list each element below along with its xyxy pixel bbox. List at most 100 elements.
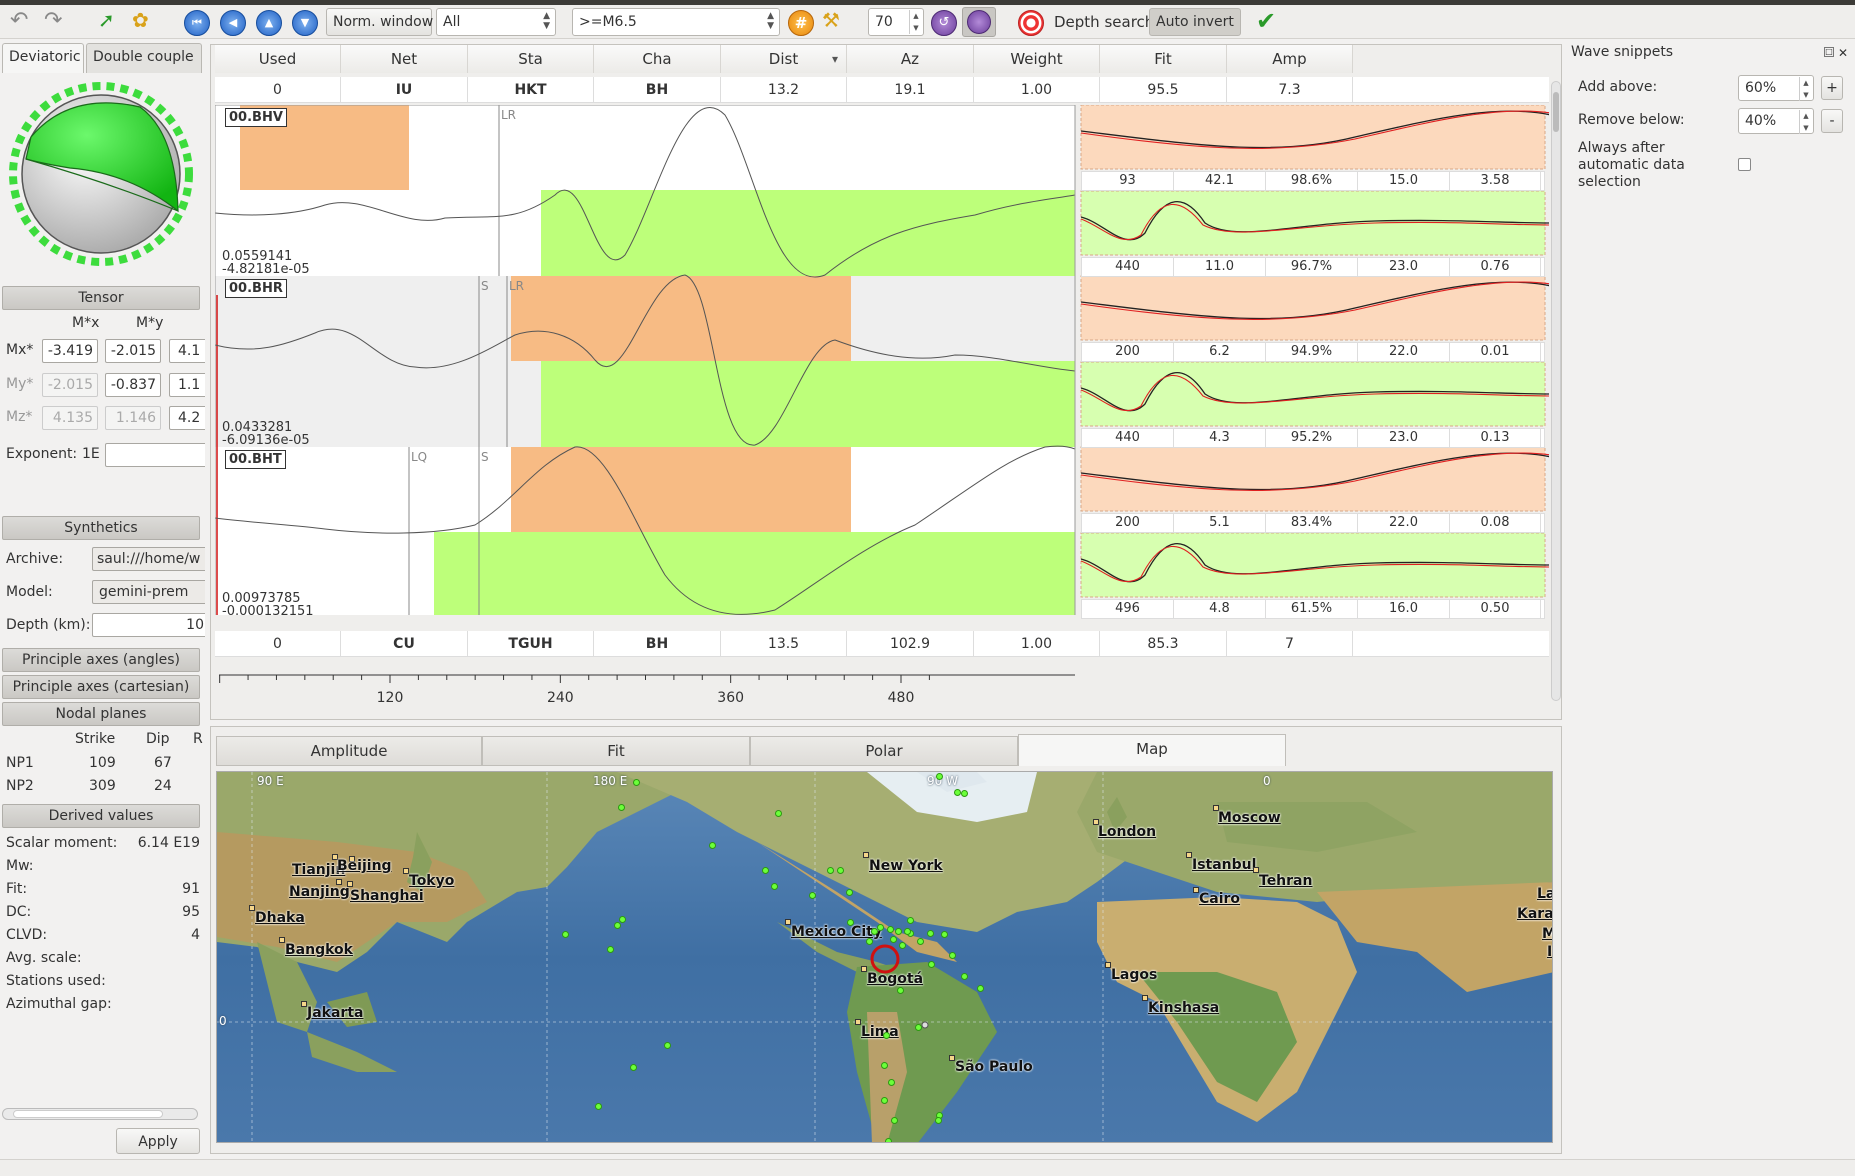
principle-axes-cartesian-header[interactable]: Principle axes (cartesian) (2, 675, 200, 699)
station-marker[interactable] (895, 928, 902, 935)
station-marker[interactable] (847, 919, 854, 926)
station-marker[interactable] (846, 889, 853, 896)
station-marker[interactable] (619, 916, 626, 923)
tensor-header[interactable]: Tensor (2, 286, 200, 310)
station-marker[interactable] (977, 985, 984, 992)
mzz-input[interactable]: 4.2 (169, 406, 205, 430)
skip-last-icon[interactable]: ▼ (292, 10, 318, 36)
hash-icon[interactable]: # (788, 10, 814, 36)
depth-search-label[interactable]: Depth search (1054, 8, 1154, 36)
station-marker[interactable] (607, 946, 614, 953)
station-marker[interactable] (614, 922, 621, 929)
station-marker[interactable] (883, 1032, 890, 1039)
myz-input[interactable]: 1.1 (169, 373, 205, 397)
station-marker[interactable] (928, 961, 935, 968)
norm-window-button[interactable]: Norm. window (326, 8, 433, 36)
mxz-input[interactable]: 4.1 (169, 339, 205, 363)
station-marker[interactable] (664, 1042, 671, 1049)
depth-input[interactable]: 10 (92, 613, 205, 637)
spin-arrows-icon[interactable]: ▲ ▼ (1799, 77, 1812, 101)
principle-axes-angles-header[interactable]: Principle axes (angles) (2, 648, 200, 672)
previous-icon[interactable]: ◀ (220, 10, 246, 36)
station-marker[interactable] (917, 938, 924, 945)
exponent-input[interactable] (105, 443, 205, 467)
spin-arrows-icon[interactable]: ▲ ▼ (909, 10, 922, 34)
apply-button[interactable]: Apply (116, 1128, 200, 1154)
always-after-checkbox[interactable] (1738, 158, 1751, 171)
pin-icon[interactable]: ➚ (98, 8, 124, 36)
add-above-plus-button[interactable]: + (1821, 76, 1843, 100)
purple-action-icon[interactable]: ↺ (931, 10, 957, 36)
station-marker[interactable] (935, 1117, 942, 1124)
station-marker[interactable] (866, 938, 873, 945)
nodal-planes-header[interactable]: Nodal planes (2, 702, 200, 726)
station-marker[interactable] (927, 930, 934, 937)
checkmark-icon[interactable]: ✔ (1256, 8, 1284, 36)
add-above-spinbox[interactable]: 60% ▲ ▼ (1738, 75, 1814, 101)
station-marker[interactable] (887, 926, 894, 933)
redo-icon[interactable]: ↷ (44, 8, 72, 36)
station-marker[interactable] (775, 810, 782, 817)
tab-fit[interactable]: Fit (482, 736, 750, 766)
station-marker[interactable] (888, 1079, 895, 1086)
tab-double-couple[interactable]: Double couple (86, 43, 202, 73)
mxx-input[interactable]: -3.419 (42, 339, 98, 363)
col-header-weight[interactable]: Weight (974, 45, 1100, 73)
remove-below-spinbox[interactable]: 40% ▲ ▼ (1738, 108, 1814, 134)
station-marker[interactable] (915, 1024, 922, 1031)
tab-map[interactable]: Map (1018, 734, 1286, 766)
skip-first-icon[interactable]: ⏮ (184, 10, 210, 36)
station-marker[interactable] (771, 883, 778, 890)
station-marker[interactable] (941, 931, 948, 938)
float-icon[interactable]: □ (1824, 47, 1834, 57)
remove-below-minus-button[interactable]: - (1821, 109, 1843, 133)
synthetics-header[interactable]: Synthetics (2, 516, 200, 540)
value-spinbox[interactable]: 70 ▲ ▼ (868, 8, 924, 36)
station-marker[interactable] (595, 1103, 602, 1110)
station-marker[interactable] (949, 952, 956, 959)
col-header-sta[interactable]: Sta (468, 45, 594, 73)
target-icon[interactable] (1018, 10, 1044, 36)
station-row-hkt[interactable]: 0 IU HKT BH 13.2 19.1 1.00 95.5 7.3 (215, 77, 1549, 103)
station-marker[interactable] (897, 987, 904, 994)
col-header-az[interactable]: Az (847, 45, 974, 73)
station-marker[interactable] (709, 842, 716, 849)
col-header-net[interactable]: Net (341, 45, 468, 73)
close-icon[interactable]: ✕ (1838, 46, 1848, 60)
col-header-amp[interactable]: Amp (1227, 45, 1353, 73)
station-marker[interactable] (899, 942, 906, 949)
archive-combo[interactable]: saul:///home/w (92, 547, 205, 571)
derived-values-header[interactable]: Derived values (2, 804, 200, 828)
station-marker[interactable] (890, 936, 897, 943)
spin-arrows-icon[interactable]: ▲ ▼ (1799, 110, 1812, 134)
scrollbar-thumb[interactable] (13, 1110, 163, 1118)
filter-combo[interactable]: All ▲ ▼ (436, 8, 556, 36)
station-marker[interactable] (936, 773, 943, 780)
station-marker[interactable] (881, 1097, 888, 1104)
station-row-tguh[interactable]: 0 CU TGUH BH 13.5 102.9 1.00 85.3 7 (215, 631, 1549, 657)
scrollbar-thumb[interactable] (1553, 92, 1559, 132)
station-marker[interactable] (954, 789, 961, 796)
station-marker[interactable] (891, 1117, 898, 1124)
station-marker[interactable] (907, 917, 914, 924)
station-marker[interactable] (837, 867, 844, 874)
model-combo[interactable]: gemini-prem (92, 580, 205, 604)
station-marker[interactable] (827, 867, 834, 874)
world-map[interactable]: 90 E 180 E 90 W 0 0 Tianjin Beijing Nanjin… (216, 771, 1553, 1143)
next-icon[interactable]: ▲ (256, 10, 282, 36)
col-header-fit[interactable]: Fit (1100, 45, 1227, 73)
magnitude-combo[interactable]: >=M6.5 ▲ ▼ (572, 8, 780, 36)
station-marker[interactable] (885, 1138, 892, 1142)
horizontal-scrollbar[interactable] (2, 1108, 198, 1120)
station-marker[interactable] (961, 973, 968, 980)
station-marker[interactable] (809, 892, 816, 899)
station-marker[interactable] (961, 790, 968, 797)
station-marker[interactable] (633, 779, 640, 786)
tab-amplitude[interactable]: Amplitude (216, 736, 482, 766)
station-marker[interactable] (881, 1062, 888, 1069)
col-header-used[interactable]: Used (215, 45, 341, 73)
station-marker[interactable] (904, 928, 911, 935)
station-marker[interactable] (562, 931, 569, 938)
toggle-button[interactable] (962, 7, 996, 37)
undo-icon[interactable]: ↶ (10, 8, 38, 36)
